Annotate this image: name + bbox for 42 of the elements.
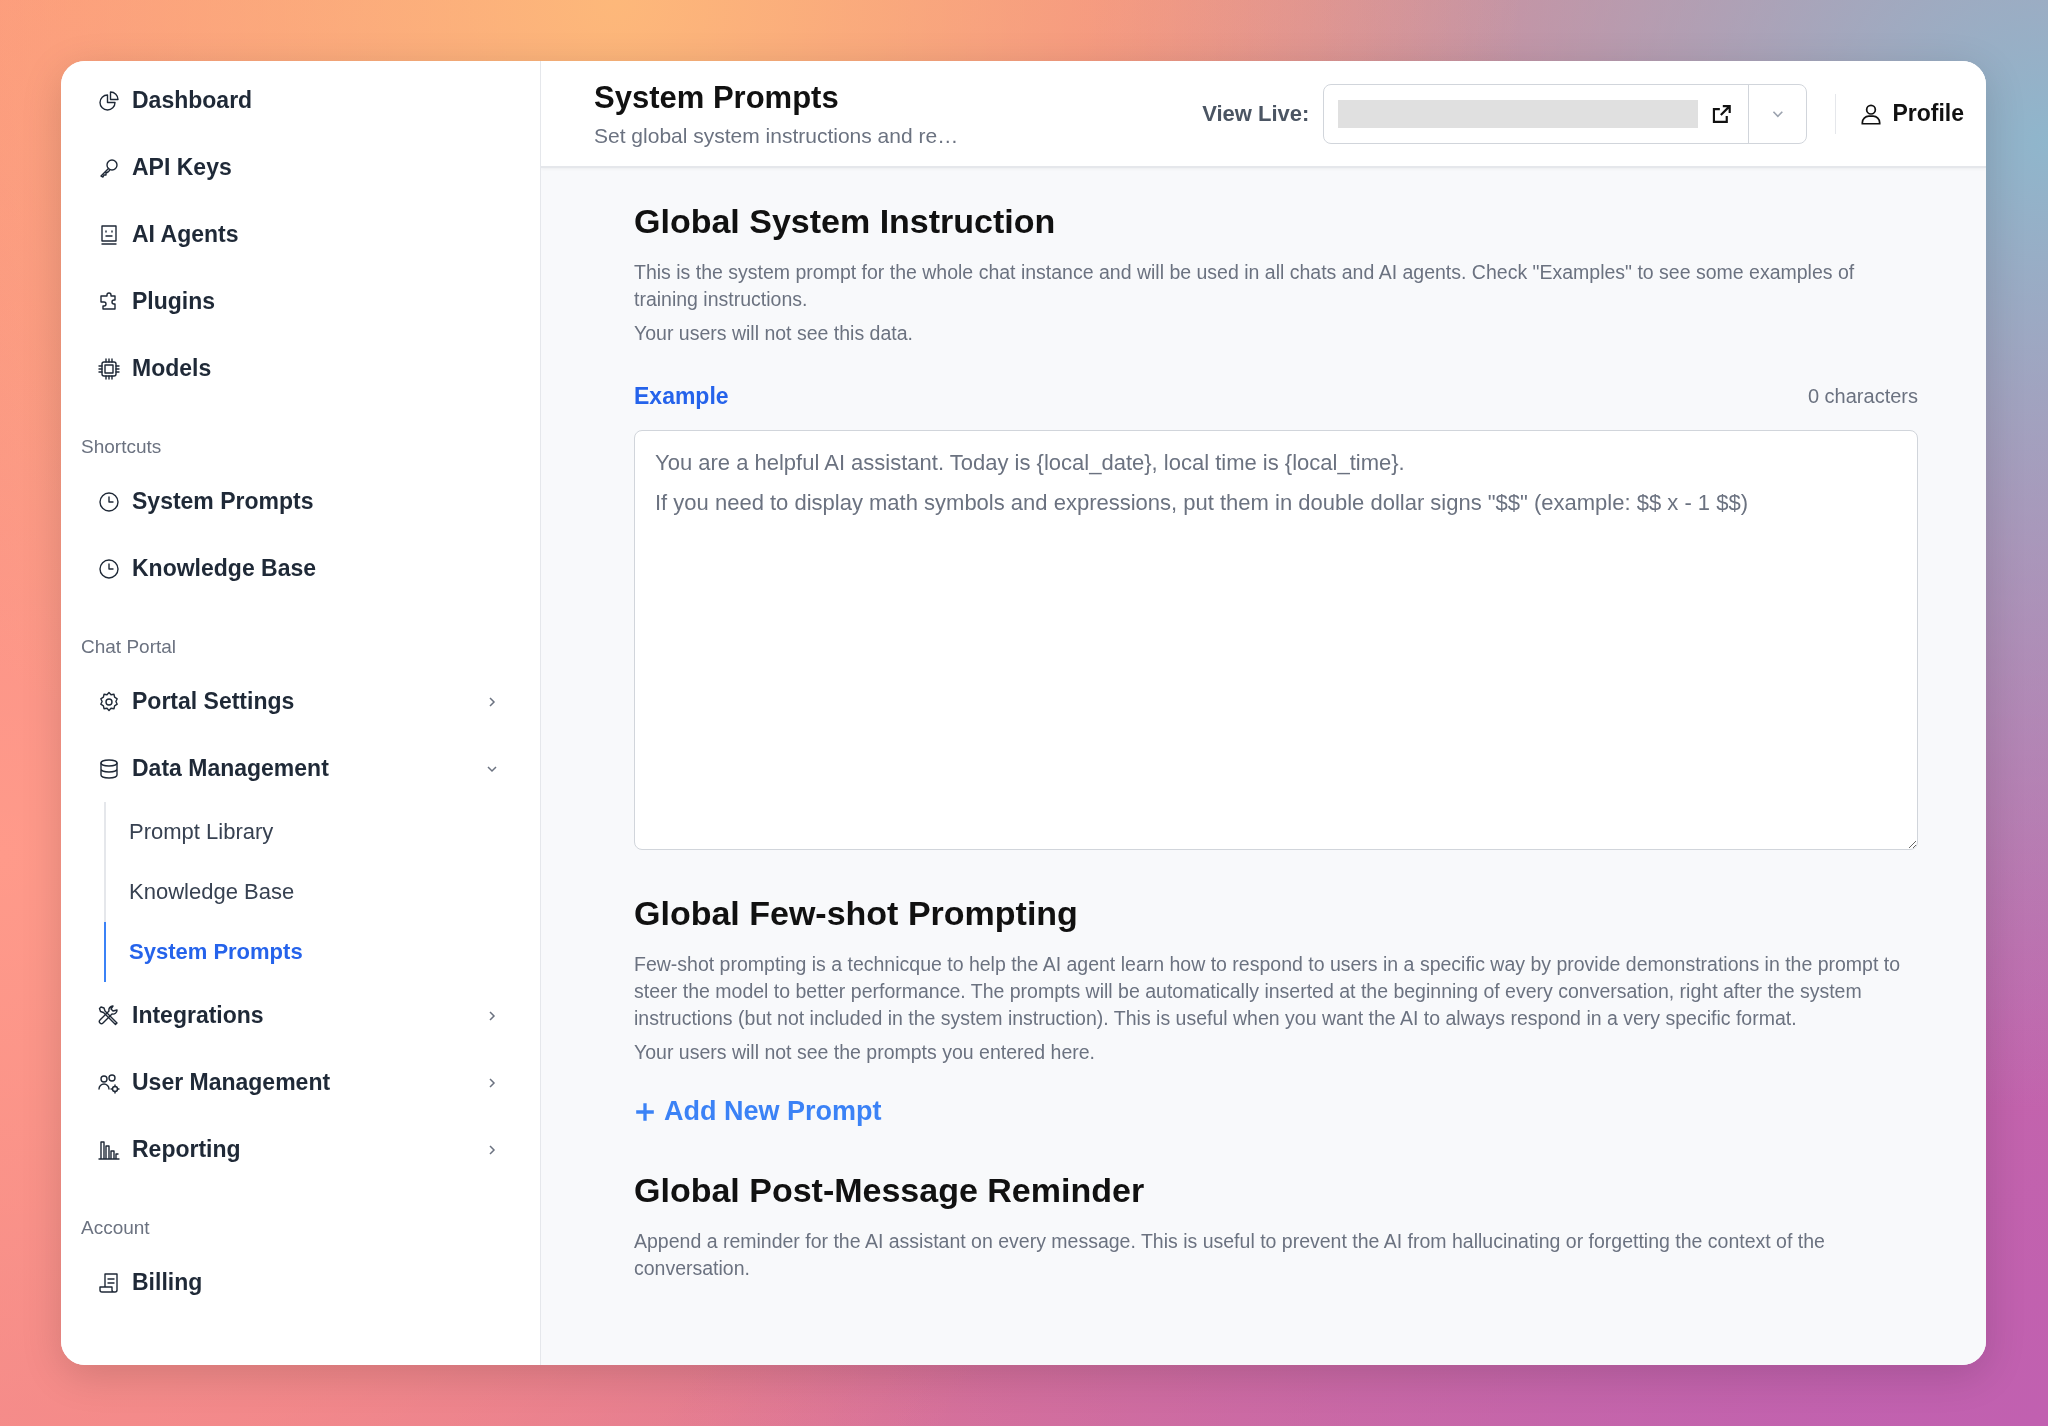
character-count: 0 characters — [1807, 385, 1918, 408]
nav-item[interactable]: AI Agents — [61, 201, 540, 268]
description-text: Few-shot prompting is a technicque to help the AI agent learn how to respond to users in a specific way by provide demonstrations in the prompt to steer the model to better performance. The prompts will be automatically inserted at the beginning of every conversation, right after the system instructions (but not included in the system instruction). This is useful when you want the AI to always respond in a very specific format. — [634, 952, 1902, 1031]
pie-chart-icon — [97, 88, 121, 113]
nav-item[interactable]: Reporting — [61, 1116, 540, 1183]
page-subtitle: Set global system instructions and re… — [594, 123, 960, 148]
tools-icon — [97, 1003, 121, 1028]
nav-item[interactable]: Models — [61, 335, 540, 402]
description-text: This is the system prompt for the whole chat instance and will be used in all chats and AI agents. Check "Examples" to see some examples of training instructions. — [634, 260, 1856, 312]
clock-icon — [97, 556, 121, 581]
nav-item[interactable]: User Management — [61, 1049, 540, 1116]
description-text: Your users will not see the prompts you entered here. — [634, 1040, 1097, 1065]
section-title: Global System Instruction — [634, 202, 1057, 241]
sub-nav-item[interactable]: Prompt Library — [104, 802, 540, 862]
nav-item[interactable]: Billing — [61, 1249, 540, 1316]
chip-icon — [97, 356, 121, 381]
plus-icon — [634, 1100, 656, 1123]
nav-item[interactable]: API Keys — [61, 134, 540, 201]
section-heading: Chat Portal — [80, 635, 178, 659]
description-text: Append a reminder for the AI assistant on every message. This is useful to prevent the AI from hallucinating or forgetting the context of the conversation. — [634, 1229, 1826, 1281]
nav-item[interactable]: Knowledge Base — [61, 535, 540, 602]
sub-nav-item[interactable]: Knowledge Base — [104, 862, 540, 922]
page-title: System Prompts — [594, 79, 840, 116]
example-link[interactable]: Example — [634, 383, 729, 410]
section-heading: Account — [80, 1216, 151, 1240]
receipt-icon — [97, 1270, 121, 1295]
instruction-field[interactable]: You are a helpful AI assistant. Today is {local_date}, local time is {local_time}. If you need to display math symbols and expressions, put them in double dollar signs "$$" (example: $$ x - 1 $$) — [634, 430, 1918, 850]
section-title: Global Post-Message Reminder — [634, 1171, 1146, 1210]
nav-item[interactable]: Integrations — [61, 982, 540, 1049]
nav-item[interactable]: Data Management — [61, 735, 540, 802]
section-title: Global Few-shot Prompting — [634, 894, 1079, 933]
view-live-label: View Live: — [1202, 100, 1310, 127]
nav-item[interactable]: Plugins — [61, 268, 540, 335]
description-text: Your users will not see this data. — [634, 321, 914, 346]
database-icon — [97, 756, 121, 781]
settings-icon — [97, 689, 121, 714]
section-heading: Shortcuts — [80, 435, 163, 459]
profile-button[interactable]: Profile — [1858, 100, 1964, 127]
nav-item[interactable]: System Prompts — [61, 468, 540, 535]
nav-item[interactable]: Dashboard — [61, 67, 540, 134]
clock-icon — [97, 489, 121, 514]
nav-item[interactable]: Portal Settings — [61, 668, 540, 735]
